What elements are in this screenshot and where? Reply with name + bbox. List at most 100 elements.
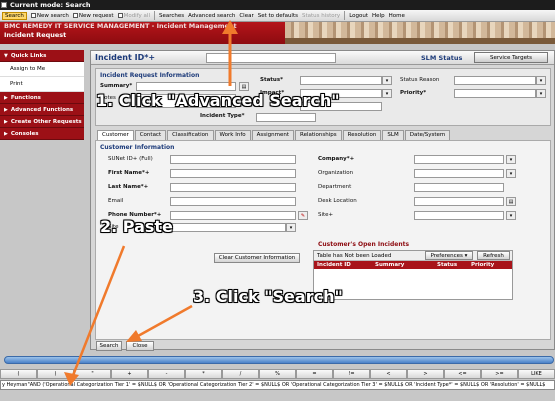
toolbar-modify-all-button[interactable]: Modify all xyxy=(117,12,150,19)
refresh-button[interactable]: Refresh xyxy=(477,251,510,260)
nav-section-advanced-functions[interactable]: ▶ Advanced Functions xyxy=(0,104,84,116)
organization-dropdown-icon[interactable]: ▾ xyxy=(506,169,516,178)
toolbar-advanced-search-button[interactable]: Advanced search xyxy=(188,13,235,19)
col-summary[interactable]: Summary xyxy=(372,261,434,269)
operator-not-equals-button[interactable]: != xyxy=(333,369,370,379)
pencil-icon[interactable]: ✎ xyxy=(298,211,308,220)
site-plus-dropdown-icon[interactable]: ▾ xyxy=(506,211,516,220)
toolbar-searches-button[interactable]: Searches xyxy=(159,13,184,19)
operator-like-button[interactable]: LIKE xyxy=(518,369,555,379)
priority-field[interactable] xyxy=(454,89,536,98)
sunet-id-field[interactable] xyxy=(170,155,296,164)
tab-contact[interactable]: Contact xyxy=(134,130,167,140)
mode-checkbox-icon[interactable] xyxy=(1,2,7,8)
nav-item-print[interactable]: Print xyxy=(0,77,84,92)
operator-less-equal-button[interactable]: <= xyxy=(444,369,481,379)
clear-customer-info-button[interactable]: Clear Customer Information xyxy=(214,253,300,263)
toolbar-home-link[interactable]: Home xyxy=(389,13,405,19)
nav-section-functions[interactable]: ▶ Functions xyxy=(0,92,84,104)
company-label: Company*+ xyxy=(318,156,355,162)
service-targets-button[interactable]: Service Targets xyxy=(474,52,548,63)
operator-quote-button[interactable]: " xyxy=(74,369,111,379)
priority-dropdown-icon[interactable]: ▾ xyxy=(536,89,546,98)
company-dropdown-icon[interactable]: ▾ xyxy=(506,155,516,164)
tab-customer[interactable]: Customer xyxy=(97,130,134,140)
tab-date-system[interactable]: Date/System xyxy=(404,130,451,140)
operator-buttons-row: ( ) " + - * / % = != < > <= >= LIKE xyxy=(0,369,555,379)
table-header-row: Incident ID Summary Status Priority xyxy=(314,261,512,269)
last-name-field[interactable] xyxy=(170,183,296,192)
col-priority[interactable]: Priority xyxy=(468,261,508,269)
tab-resolution[interactable]: Resolution xyxy=(342,130,382,140)
close-button[interactable]: Close xyxy=(126,341,154,351)
nav-section-create-other-requests[interactable]: ▶ Create Other Requests xyxy=(0,116,84,128)
status-reason-label: Status Reason xyxy=(400,77,440,83)
customer-tab-panel: Customer Information SUNet ID+ (Full) Fi… xyxy=(95,140,551,340)
caret-right-icon: ▶ xyxy=(4,95,8,101)
status-field[interactable] xyxy=(300,76,382,85)
operator-open-paren-button[interactable]: ( xyxy=(0,369,37,379)
operator-plus-button[interactable]: + xyxy=(111,369,148,379)
last-name-label: Last Name*+ xyxy=(108,184,149,190)
toolbar-set-defaults-button[interactable]: Set to defaults xyxy=(258,13,298,19)
toolbar-new-search-label: New search xyxy=(36,12,69,19)
site-plus-field[interactable] xyxy=(414,211,504,220)
toolbar-new-search-button[interactable]: New search xyxy=(30,12,69,19)
tab-slm[interactable]: SLM xyxy=(382,130,404,140)
operator-minus-button[interactable]: - xyxy=(148,369,185,379)
site-dropdown-icon[interactable]: ▾ xyxy=(286,223,296,232)
advanced-search-qualification-field[interactable]: y Heyman"AND ('Operational Categorizatio… xyxy=(0,380,555,390)
summary-picker-icon[interactable]: ▤ xyxy=(239,82,249,91)
form-tabs: Customer Contact Classification Work Inf… xyxy=(97,130,451,140)
horizontal-scrollbar[interactable] xyxy=(4,356,554,364)
department-label: Department xyxy=(318,184,352,190)
nav-section-quick-links[interactable]: ▼ Quick Links xyxy=(0,50,84,62)
toolbar-help-link[interactable]: Help xyxy=(372,13,385,19)
company-field[interactable] xyxy=(414,155,504,164)
status-reason-field[interactable] xyxy=(454,76,536,85)
banner-app-title: BMC REMEDY IT SERVICE MANAGEMENT - Incid… xyxy=(4,22,237,30)
toolbar-clear-button[interactable]: Clear xyxy=(239,13,253,19)
incident-type-label: Incident Type* xyxy=(200,113,245,119)
col-incident-id[interactable]: Incident ID xyxy=(314,261,372,269)
tab-assignment[interactable]: Assignment xyxy=(251,130,295,140)
desk-location-picker-icon[interactable]: ▤ xyxy=(506,197,516,206)
organization-field[interactable] xyxy=(414,169,504,178)
operator-divide-button[interactable]: / xyxy=(222,369,259,379)
toolbar-status-history-button[interactable]: Status history xyxy=(302,13,340,19)
incident-type-field[interactable] xyxy=(256,113,316,122)
first-name-field[interactable] xyxy=(170,169,296,178)
operator-less-than-button[interactable]: < xyxy=(370,369,407,379)
priority-label: Priority* xyxy=(400,90,427,96)
search-button[interactable]: Search xyxy=(96,341,122,351)
tab-work-info[interactable]: Work Info xyxy=(214,130,251,140)
operator-greater-than-button[interactable]: > xyxy=(407,369,444,379)
nav-item-assign-to-me[interactable]: Assign to Me xyxy=(0,62,84,77)
operator-greater-equal-button[interactable]: >= xyxy=(481,369,518,379)
department-field[interactable] xyxy=(414,183,504,192)
operator-equals-button[interactable]: = xyxy=(296,369,333,379)
toolbar-new-request-label: New request xyxy=(78,12,114,19)
desk-location-field[interactable] xyxy=(414,197,504,206)
preferences-button[interactable]: Preferences ▾ xyxy=(425,251,473,260)
phone-number-field[interactable] xyxy=(170,211,296,220)
email-field[interactable] xyxy=(170,197,296,206)
toolbar-new-request-button[interactable]: New request xyxy=(72,12,114,19)
impact-dropdown-icon[interactable]: ▾ xyxy=(382,89,392,98)
nav-section-consoles[interactable]: ▶ Consoles xyxy=(0,128,84,140)
operator-close-paren-button[interactable]: ) xyxy=(37,369,74,379)
site-field[interactable] xyxy=(170,223,286,232)
operator-modulo-button[interactable]: % xyxy=(259,369,296,379)
caret-right-icon: ▶ xyxy=(4,131,8,137)
tab-relationships[interactable]: Relationships xyxy=(295,130,342,140)
operator-multiply-button[interactable]: * xyxy=(185,369,222,379)
toolbar-logout-link[interactable]: Logout xyxy=(349,13,368,19)
status-dropdown-icon[interactable]: ▾ xyxy=(382,76,392,85)
status-reason-dropdown-icon[interactable]: ▾ xyxy=(536,76,546,85)
sunet-id-label: SUNet ID+ (Full) xyxy=(108,156,153,162)
col-status[interactable]: Status xyxy=(434,261,468,269)
tab-classification[interactable]: Classification xyxy=(167,130,214,140)
incident-id-field[interactable] xyxy=(206,53,336,63)
summary-field[interactable] xyxy=(136,82,236,91)
toolbar-search-button[interactable]: Search xyxy=(2,11,27,20)
